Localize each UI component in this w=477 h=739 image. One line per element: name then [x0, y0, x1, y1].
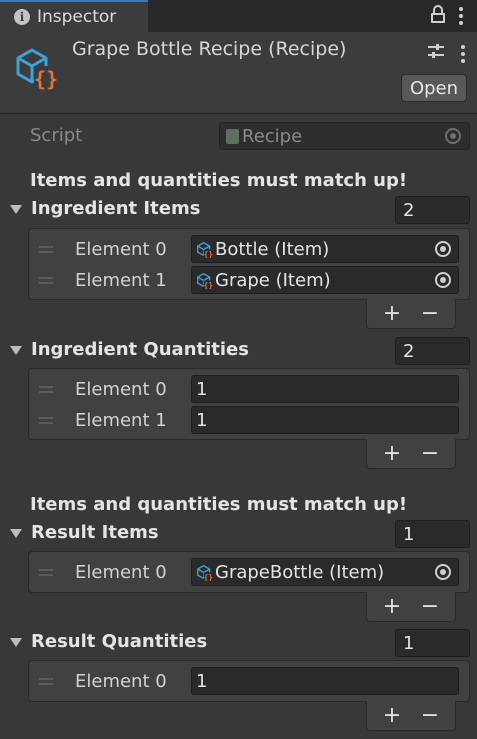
header-kebab-icon[interactable]: [461, 42, 465, 63]
match-warning: Items and quantities must match up!: [30, 494, 408, 515]
script-row: Script Recipe: [0, 122, 477, 152]
header-icons: [427, 42, 465, 63]
list-size-field[interactable]: 2: [395, 337, 470, 365]
list-item: Element 0 1: [29, 375, 469, 405]
add-element-button[interactable]: +: [383, 704, 401, 727]
lock-icon[interactable]: [431, 4, 445, 24]
tab-inspector[interactable]: i Inspector: [0, 0, 148, 32]
tab-label: Inspector: [37, 7, 117, 27]
list-item: Element 1 1: [29, 406, 469, 436]
object-picker-icon[interactable]: [435, 272, 451, 288]
presets-icon[interactable]: [427, 42, 445, 60]
object-field[interactable]: {} Grape (Item): [191, 266, 459, 294]
kebab-menu-icon[interactable]: [459, 4, 463, 25]
foldout-arrow-icon[interactable]: [10, 346, 22, 355]
list-title: Ingredient Items: [31, 198, 201, 219]
object-picker-icon[interactable]: [435, 564, 451, 580]
list-header-result-items[interactable]: Result Items 1: [0, 520, 477, 548]
element-label: Element 0: [75, 379, 167, 400]
foldout-arrow-icon[interactable]: [10, 529, 22, 538]
drag-handle-icon[interactable]: [39, 569, 53, 576]
int-field[interactable]: 1: [191, 667, 459, 695]
element-label: Element 1: [75, 410, 167, 431]
object-picker-icon: [445, 128, 461, 144]
remove-element-button[interactable]: −: [421, 704, 439, 727]
object-field[interactable]: {} GrapeBottle (Item): [191, 558, 459, 586]
list-item: Element 0 {} GrapeBottle (Item): [29, 558, 469, 588]
list-footer: + −: [366, 299, 456, 329]
list-size-field[interactable]: 2: [395, 196, 470, 224]
info-icon: i: [14, 9, 30, 25]
script-value: Recipe: [242, 125, 303, 147]
object-field-value: GrapeBottle (Item): [215, 561, 385, 583]
list-header-ingredient-quantities[interactable]: Ingredient Quantities 2: [0, 337, 477, 365]
list-box-ingredient-items: Element 0 {} Bottle (Item) Element 1 {} …: [28, 228, 470, 300]
list-item: Element 0 1: [29, 667, 469, 697]
remove-element-button[interactable]: −: [421, 442, 439, 465]
list-box-result-items: Element 0 {} GrapeBottle (Item): [28, 551, 470, 593]
object-field-value: Bottle (Item): [215, 238, 330, 260]
list-footer: + −: [366, 439, 456, 469]
element-label: Element 0: [75, 671, 167, 692]
list-header-result-quantities[interactable]: Result Quantities 1: [0, 629, 477, 657]
svg-text:{}: {}: [34, 67, 58, 91]
int-field[interactable]: 1: [191, 406, 459, 434]
remove-element-button[interactable]: −: [421, 302, 439, 325]
list-title: Ingredient Quantities: [31, 339, 249, 360]
int-field[interactable]: 1: [191, 375, 459, 403]
element-label: Element 0: [75, 239, 167, 260]
drag-handle-icon[interactable]: [39, 277, 53, 284]
asset-title: Grape Bottle Recipe (Recipe): [72, 38, 347, 60]
scriptable-object-icon: {}: [16, 48, 58, 91]
svg-text:{}: {}: [204, 281, 213, 289]
list-title: Result Quantities: [31, 631, 208, 652]
object-field[interactable]: {} Bottle (Item): [191, 235, 459, 263]
inspector-header: {} Grape Bottle Recipe (Recipe) Open: [0, 32, 477, 114]
tab-icons: [431, 4, 463, 25]
object-field-value: Grape (Item): [215, 269, 331, 291]
list-box-ingredient-quantities: Element 0 1 Element 1 1: [28, 368, 470, 440]
tab-bar: i Inspector: [0, 0, 477, 32]
add-element-button[interactable]: +: [383, 302, 401, 325]
drag-handle-icon[interactable]: [39, 386, 53, 393]
element-label: Element 0: [75, 562, 167, 583]
drag-handle-icon[interactable]: [39, 678, 53, 685]
list-item: Element 1 {} Grape (Item): [29, 266, 469, 296]
add-element-button[interactable]: +: [383, 595, 401, 618]
svg-text:{}: {}: [204, 250, 213, 258]
scriptable-object-icon: {}: [197, 272, 213, 289]
remove-element-button[interactable]: −: [421, 595, 439, 618]
script-label: Script: [30, 125, 83, 146]
object-picker-icon[interactable]: [435, 241, 451, 257]
match-warning: Items and quantities must match up!: [30, 170, 408, 191]
list-item: Element 0 {} Bottle (Item): [29, 235, 469, 265]
add-element-button[interactable]: +: [383, 442, 401, 465]
drag-handle-icon[interactable]: [39, 417, 53, 424]
scriptable-object-icon: {}: [197, 564, 213, 581]
list-size-field[interactable]: 1: [395, 520, 470, 548]
svg-text:{}: {}: [204, 573, 213, 581]
script-field: Recipe: [219, 122, 470, 150]
list-size-field[interactable]: 1: [395, 629, 470, 657]
foldout-arrow-icon[interactable]: [10, 205, 22, 214]
drag-handle-icon[interactable]: [39, 246, 53, 253]
element-label: Element 1: [75, 270, 167, 291]
list-box-result-quantities: Element 0 1: [28, 660, 470, 702]
open-button[interactable]: Open: [401, 74, 467, 102]
list-header-ingredient-items[interactable]: Ingredient Items 2: [0, 196, 477, 224]
scriptable-object-icon: {}: [197, 241, 213, 258]
script-file-icon: [226, 128, 239, 144]
list-footer: + −: [366, 701, 456, 731]
foldout-arrow-icon[interactable]: [10, 638, 22, 647]
list-footer: + −: [366, 592, 456, 622]
list-title: Result Items: [31, 522, 159, 543]
